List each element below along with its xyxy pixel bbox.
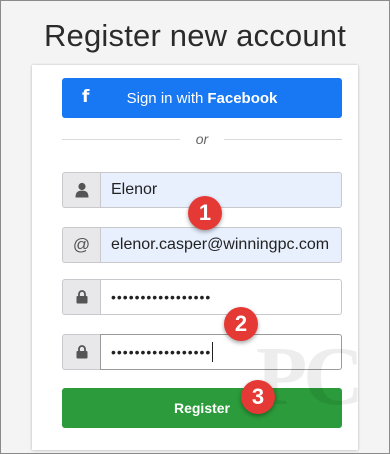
divider-line-right: [224, 139, 342, 140]
step-badge-1: 1: [188, 196, 222, 230]
step-badge-2: 2: [224, 307, 258, 341]
password-field: •••••••••••••••••: [62, 279, 342, 315]
text-cursor: [212, 342, 214, 362]
watermark-logo: PC: [256, 330, 364, 423]
facebook-icon: f: [82, 87, 90, 107]
facebook-signin-button[interactable]: f Sign in with Facebook: [62, 78, 342, 118]
facebook-brand: Facebook: [207, 89, 278, 107]
step-badge-3: 3: [241, 380, 275, 414]
username-input[interactable]: Elenor: [100, 172, 342, 208]
lock-icon: [62, 279, 100, 315]
at-sign-icon: @: [62, 227, 100, 263]
email-input[interactable]: elenor.casper@winningpc.com: [100, 227, 342, 263]
page-title: Register new account: [43, 18, 347, 53]
confirm-password-value: •••••••••••••••••: [111, 344, 212, 360]
email-field: @ elenor.casper@winningpc.com: [62, 227, 342, 263]
or-divider: or: [62, 129, 342, 149]
password-input[interactable]: •••••••••••••••••: [100, 279, 342, 315]
lock-icon: [62, 334, 100, 370]
facebook-signin-prefix: Sign in with: [126, 89, 204, 107]
user-icon: [62, 172, 100, 208]
